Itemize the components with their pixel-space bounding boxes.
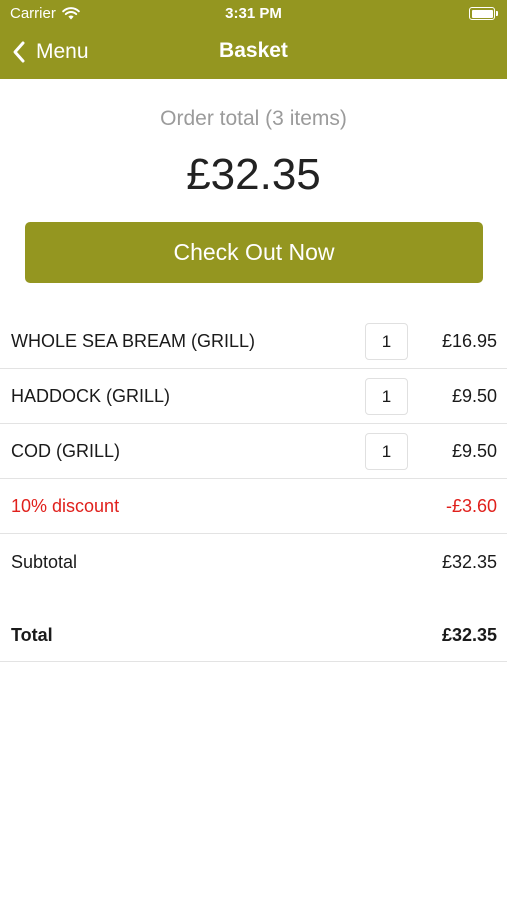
totals-section: Subtotal £32.35 Total £32.35 [0,534,507,662]
quantity-stepper[interactable]: 1 [365,378,408,415]
status-bar: Carrier 3:31 PM [0,0,507,28]
total-amount: £32.35 [441,625,497,645]
page-title: Basket [219,39,288,62]
discount-label: 10% discount [11,496,120,516]
total-label: Total [11,625,53,645]
subtotal-label: Subtotal [11,552,78,572]
item-name: HADDOCK (GRILL) [11,386,171,406]
discount-row: 10% discount -£3.60 [0,479,507,534]
subtotal-amount: £32.35 [441,552,497,572]
basket-list: WHOLE SEA BREAM (GRILL) 1 £16.95 HADDOCK… [0,314,507,662]
basket-item[interactable]: HADDOCK (GRILL) 1 £9.50 [0,369,507,424]
check-out-button[interactable]: Check Out Now [25,222,483,283]
item-price: £9.50 [451,386,497,406]
discount-amount: -£3.60 [445,496,497,516]
basket-item[interactable]: COD (GRILL) 1 £9.50 [0,424,507,479]
order-total-label: Order total (3 items) [160,107,347,130]
item-name: COD (GRILL) [11,441,121,461]
item-price: £9.50 [451,441,497,461]
quantity-stepper[interactable]: 1 [365,323,408,360]
navigation-bar: Menu Basket [0,28,507,79]
item-price: £16.95 [441,331,497,351]
battery-icon [469,7,498,20]
order-total-amount: £32.35 [186,150,321,199]
quantity-stepper[interactable]: 1 [365,433,408,470]
header-bar: Carrier 3:31 PM Menu Basket [0,0,507,79]
item-name: WHOLE SEA BREAM (GRILL) [11,331,256,351]
basket-item[interactable]: WHOLE SEA BREAM (GRILL) 1 £16.95 [0,314,507,369]
status-time: 3:31 PM [225,5,282,22]
